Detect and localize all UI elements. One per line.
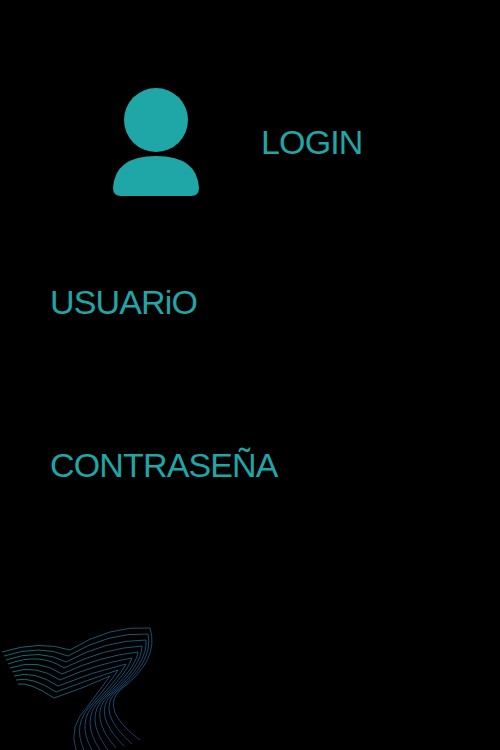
field-label: USUARiO bbox=[50, 282, 500, 323]
login-fields: USUARiO CONTRASEÑA bbox=[0, 282, 500, 486]
user-icon bbox=[113, 88, 199, 196]
login-header: LOGIN bbox=[0, 0, 500, 196]
wave-decoration-icon bbox=[0, 620, 160, 750]
field-label: CONTRASEÑA bbox=[50, 445, 500, 486]
login-title: LOGIN bbox=[261, 122, 363, 163]
login-screen: LOGIN USUARiO CONTRASEÑA bbox=[0, 0, 500, 750]
